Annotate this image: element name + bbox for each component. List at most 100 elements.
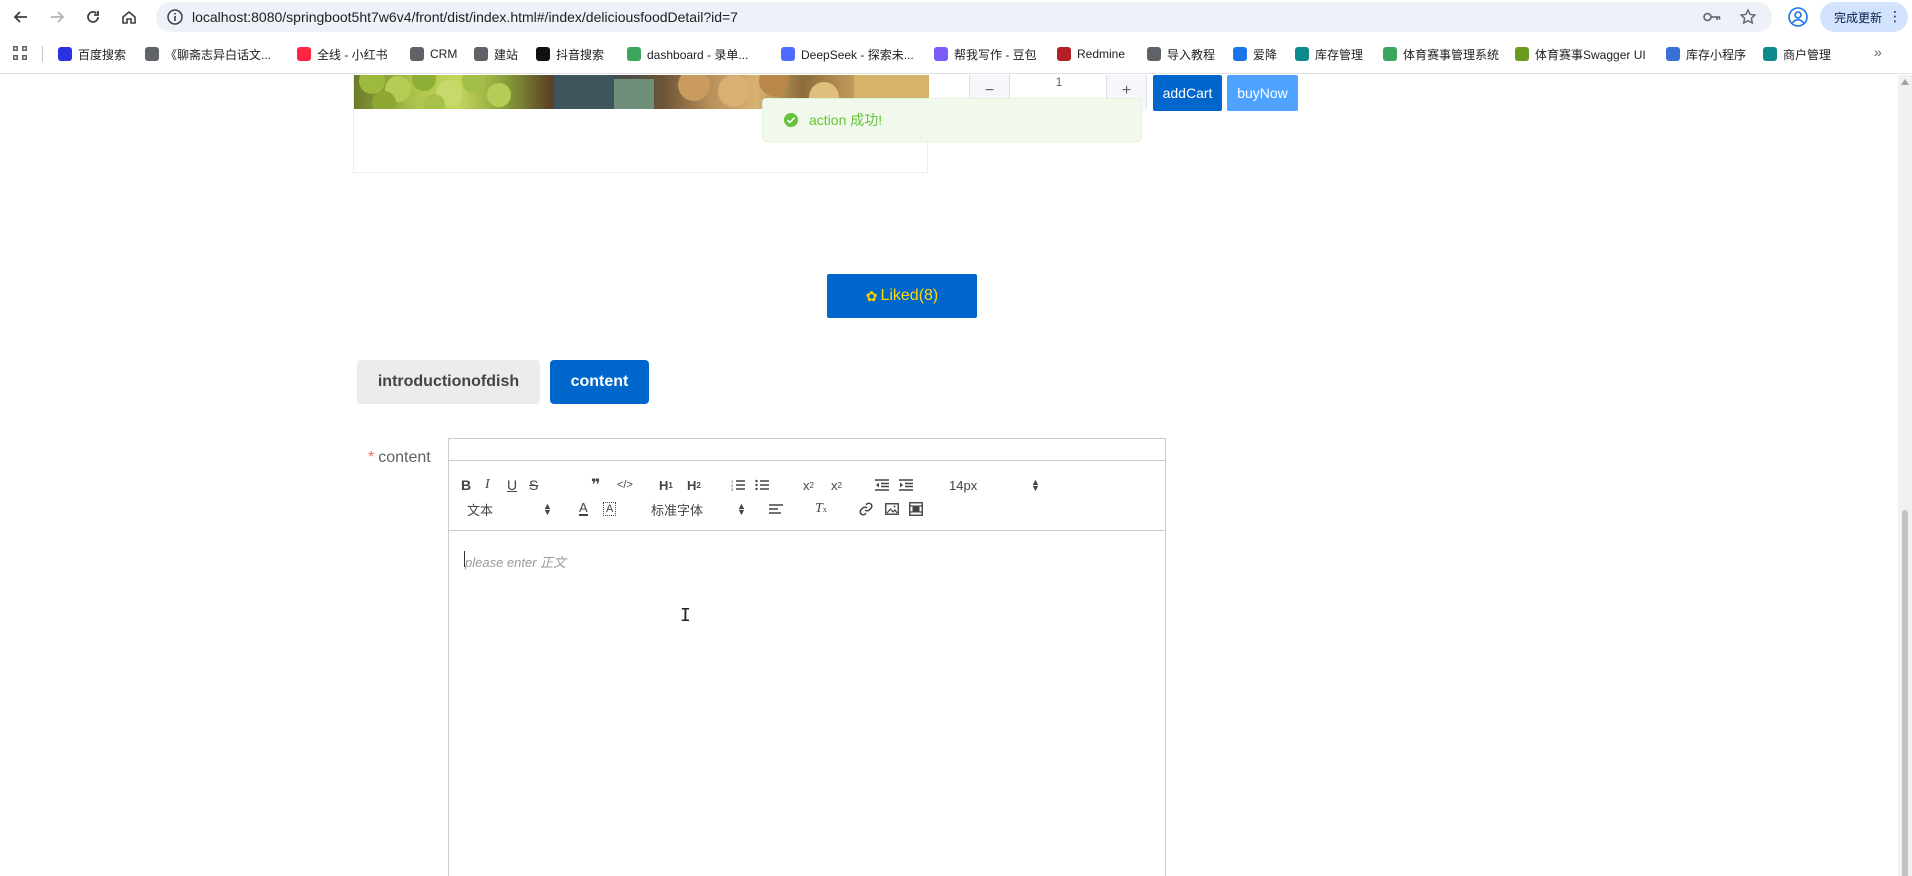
strike-icon[interactable]: S: [529, 475, 538, 495]
code-block-icon[interactable]: </>: [617, 475, 633, 495]
bookmark-favicon-icon: [58, 47, 72, 61]
add-cart-button[interactable]: addCart: [1153, 75, 1222, 111]
success-check-icon: [783, 112, 799, 128]
outdent-icon[interactable]: [875, 475, 889, 495]
select-arrows-icon: ▲ ▼: [543, 501, 552, 517]
header-format-select[interactable]: 文本 ▲ ▼: [467, 499, 552, 519]
bookmark-label: 体育赛事Swagger UI: [1535, 47, 1646, 62]
indent-icon[interactable]: [899, 475, 913, 495]
more-bookmarks-icon[interactable]: »: [1874, 44, 1882, 60]
more-menu-icon[interactable]: ⋮: [1888, 8, 1902, 25]
forward-arrow-icon[interactable]: [44, 4, 70, 30]
editor-content-area[interactable]: please enter 正文: [449, 531, 1165, 876]
bookmark-item[interactable]: 全线 - 小红书: [297, 44, 388, 64]
bookmark-favicon-icon: [1383, 47, 1397, 61]
bookmark-item[interactable]: 百度搜索: [58, 44, 126, 64]
bookmark-label: 库存小程序: [1686, 47, 1747, 62]
blockquote-icon[interactable]: ❞: [591, 475, 600, 495]
heading2-icon[interactable]: H2: [687, 475, 701, 495]
tab-content[interactable]: content: [550, 360, 649, 404]
font-family-value: 标准字体: [651, 502, 704, 518]
bookmark-item[interactable]: dashboard - 录单...: [627, 44, 748, 64]
font-size-select[interactable]: 14px ▲ ▼: [949, 475, 1040, 495]
rich-text-editor[interactable]: B I U S ❞ </> H1 H2 123 x2 x2 14px ▲ ▼ 文…: [448, 438, 1166, 876]
url-text: localhost:8080/springboot5ht7w6v4/front/…: [192, 9, 738, 25]
bookmark-favicon-icon: [1666, 47, 1680, 61]
bookmark-label: DeepSeek - 探索未...: [801, 47, 914, 62]
link-icon[interactable]: [859, 499, 873, 519]
bookmark-favicon-icon: [1515, 47, 1529, 61]
bookmark-label: 体育赛事管理系统: [1403, 47, 1500, 62]
toast-message: action 成功!: [809, 112, 883, 128]
bookmark-item[interactable]: 体育赛事管理系统: [1383, 44, 1499, 64]
liked-label: Liked(8): [880, 287, 939, 304]
browser-chrome: localhost:8080/springboot5ht7w6v4/front/…: [0, 0, 1912, 74]
password-key-icon[interactable]: [1702, 7, 1722, 27]
browser-update-button[interactable]: 完成更新 ⋮: [1820, 2, 1908, 32]
bookmark-item[interactable]: 库存管理: [1295, 44, 1363, 64]
reload-icon[interactable]: [80, 4, 106, 30]
profile-avatar-icon[interactable]: [1786, 5, 1810, 29]
bookmark-item[interactable]: 体育赛事Swagger UI: [1515, 44, 1646, 64]
bullet-list-icon[interactable]: [755, 475, 769, 495]
font-family-select[interactable]: 标准字体 ▲ ▼: [651, 499, 746, 519]
site-info-icon[interactable]: [166, 8, 184, 26]
bookmark-label: 抖音搜索: [556, 47, 605, 62]
required-mark: *: [368, 449, 375, 466]
quantity-value[interactable]: 1: [1010, 75, 1108, 89]
liked-button[interactable]: ✿ Liked(8): [827, 274, 977, 318]
bookmark-item[interactable]: 库存小程序: [1666, 44, 1746, 64]
apps-grid-icon[interactable]: [12, 45, 28, 61]
bookmark-item[interactable]: DeepSeek - 探索未...: [781, 44, 914, 64]
header-format-value: 文本: [467, 502, 494, 518]
font-color-icon[interactable]: A: [579, 499, 588, 519]
tab-introductionofdish[interactable]: introductionofdish: [357, 360, 540, 404]
bookmark-item[interactable]: 导入教程: [1147, 44, 1215, 64]
bookmark-favicon-icon: [627, 47, 641, 61]
bookmark-item[interactable]: 爱降: [1233, 44, 1277, 64]
bookmark-favicon-icon: [1057, 47, 1071, 61]
superscript-icon[interactable]: x2: [831, 475, 842, 495]
buy-now-button[interactable]: buyNow: [1227, 75, 1298, 111]
bookmark-item[interactable]: 帮我写作 - 豆包: [934, 44, 1037, 64]
scrollbar-thumb[interactable]: [1902, 510, 1908, 876]
italic-icon[interactable]: I: [485, 475, 490, 495]
bookmark-item[interactable]: CRM: [410, 44, 457, 64]
bookmark-star-icon[interactable]: [1738, 7, 1758, 27]
update-label: 完成更新: [1834, 10, 1883, 25]
scroll-up-arrow-icon[interactable]: [1901, 79, 1909, 85]
editor-top-strip: [449, 439, 1165, 461]
bookmark-item[interactable]: 抖音搜索: [536, 44, 604, 64]
bookmark-item[interactable]: 建站: [474, 44, 518, 64]
bookmark-item[interactable]: Redmine: [1057, 44, 1125, 64]
bookmark-favicon-icon: [1147, 47, 1161, 61]
clear-format-icon[interactable]: Tx: [815, 499, 827, 519]
bookmark-favicon-icon: [536, 47, 550, 61]
align-icon[interactable]: [769, 499, 783, 519]
flower-icon: ✿: [865, 287, 878, 304]
bookmark-favicon-icon: [297, 47, 311, 61]
video-icon[interactable]: [909, 499, 923, 519]
bookmark-item[interactable]: 《聊斋志异白话文...: [145, 44, 271, 64]
bookmark-item[interactable]: 商户管理: [1763, 44, 1831, 64]
bookmark-favicon-icon: [781, 47, 795, 61]
success-toast: action 成功!: [762, 98, 1142, 142]
image-icon[interactable]: [885, 499, 899, 519]
heading1-icon[interactable]: H1: [659, 475, 673, 495]
ordered-list-icon[interactable]: 123: [731, 475, 745, 495]
back-arrow-icon[interactable]: [8, 4, 34, 30]
bookmark-favicon-icon: [410, 47, 424, 61]
address-bar[interactable]: localhost:8080/springboot5ht7w6v4/front/…: [156, 2, 1772, 32]
underline-icon[interactable]: U: [507, 475, 517, 495]
svg-text:3: 3: [731, 487, 734, 491]
subscript-icon[interactable]: x2: [803, 475, 814, 495]
background-color-icon[interactable]: A: [603, 499, 617, 519]
bold-icon[interactable]: B: [461, 475, 471, 495]
bookmarks-divider: [42, 46, 43, 62]
home-icon[interactable]: [116, 4, 142, 30]
editor-toolbar: B I U S ❞ </> H1 H2 123 x2 x2 14px ▲ ▼ 文…: [449, 461, 1165, 531]
content-label-text: content: [378, 449, 431, 466]
bookmark-label: 帮我写作 - 豆包: [954, 47, 1037, 62]
address-row: localhost:8080/springboot5ht7w6v4/front/…: [0, 0, 1912, 34]
bookmark-label: 商户管理: [1783, 47, 1832, 62]
